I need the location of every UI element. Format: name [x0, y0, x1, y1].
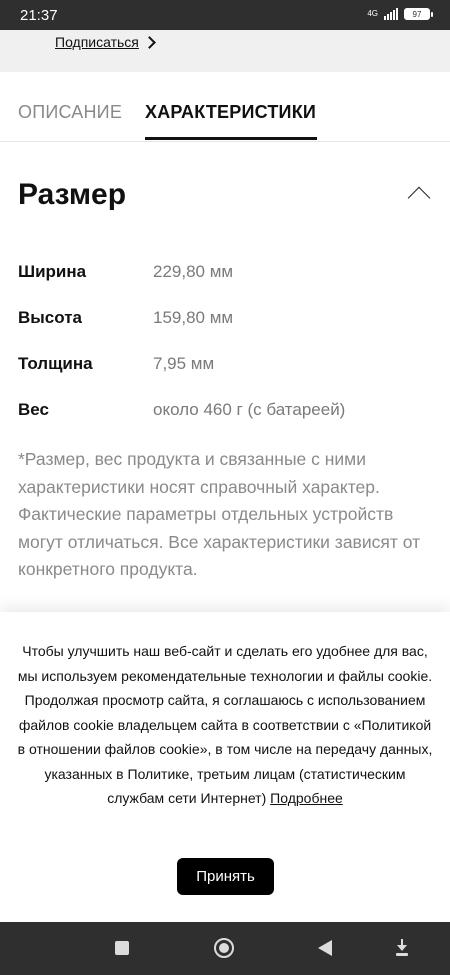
status-bar: 21:37 4G 97: [0, 0, 450, 30]
download-button[interactable]: [389, 935, 415, 961]
spec-row-thickness: Толщина 7,95 мм: [18, 354, 438, 384]
spec-label: Ширина: [18, 262, 87, 281]
subscribe-link[interactable]: Подписаться: [55, 34, 139, 50]
home-button[interactable]: [211, 935, 237, 961]
status-icons: 4G 97: [367, 8, 433, 20]
active-tab-indicator: [145, 137, 317, 140]
spec-value: 159,80 мм: [153, 308, 234, 327]
spec-value: 7,95 мм: [153, 354, 215, 373]
status-time: 21:37: [20, 7, 58, 24]
tab-bar: ОПИСАНИЕ ХАРАКТЕРИСТИКИ: [0, 72, 450, 142]
signal-bars-icon: [384, 8, 398, 20]
chevron-right-icon: [143, 35, 156, 49]
spec-label: Высота: [18, 308, 82, 327]
subscribe-link-container[interactable]: Подписаться: [55, 34, 156, 50]
spec-value: 229,80 мм: [153, 262, 234, 281]
accept-cookies-button[interactable]: Принять: [177, 858, 274, 895]
spec-disclaimer: *Размер, вес продукта и связанные с ними…: [18, 449, 421, 579]
cookie-banner: Чтобы улучшить наш веб-сайт и сделать ег…: [0, 612, 450, 922]
battery-level: 97: [405, 9, 429, 19]
spec-row-weight: Вес около 460 г (с батареей): [18, 400, 438, 430]
triangle-back-icon: [318, 940, 332, 956]
tab-specifications[interactable]: ХАРАКТЕРИСТИКИ: [145, 102, 316, 123]
spec-label: Толщина: [18, 354, 93, 373]
tab-description[interactable]: ОПИСАНИЕ: [18, 102, 122, 123]
section-title: Размер: [18, 178, 127, 211]
cookie-text-block: Чтобы улучшить наш веб-сайт и сделать ег…: [16, 639, 434, 811]
cookie-message: Чтобы улучшить наш веб-сайт и сделать ег…: [17, 643, 433, 806]
spec-row-width: Ширина 229,80 мм: [18, 262, 438, 292]
top-band: Подписаться: [0, 30, 450, 72]
download-icon: [394, 939, 410, 957]
battery-icon: 97: [404, 8, 433, 20]
system-nav-bar: [0, 922, 450, 975]
spec-row-height: Высота 159,80 мм: [18, 308, 438, 338]
recents-button[interactable]: [109, 935, 135, 961]
chevron-up-icon[interactable]: [407, 186, 431, 210]
circle-home-icon: [214, 938, 234, 958]
spec-label: Вес: [18, 400, 49, 419]
square-recents-icon: [115, 941, 129, 955]
cookie-details-link[interactable]: Подробнее: [270, 790, 343, 806]
back-button[interactable]: [312, 935, 338, 961]
spec-value: около 460 г (с батареей): [153, 400, 346, 419]
network-type: 4G: [367, 9, 378, 18]
